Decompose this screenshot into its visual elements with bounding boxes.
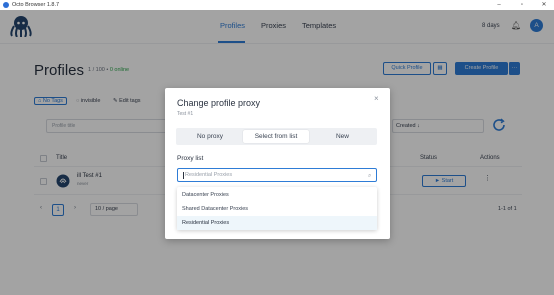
window-title: Octo Browser 1.8.7 bbox=[12, 2, 60, 8]
modal-title: Change profile proxy bbox=[177, 98, 261, 108]
search-icon: ⌕ bbox=[368, 173, 372, 179]
proxy-input-placeholder: Residential Proxies bbox=[185, 172, 233, 178]
maximize-button[interactable]: ▫ bbox=[514, 0, 530, 10]
change-proxy-modal: Change profile proxy Test #1 × No proxy … bbox=[165, 88, 390, 239]
window-titlebar: Octo Browser 1.8.7 – ▫ ✕ bbox=[0, 0, 554, 10]
text-caret bbox=[183, 172, 184, 179]
proxy-list-input[interactable]: Residential Proxies ⌕ bbox=[177, 168, 377, 182]
dropdown-option-datacenter[interactable]: Datacenter Proxies bbox=[177, 188, 377, 202]
close-icon[interactable]: × bbox=[374, 94, 379, 103]
modal-subtitle: Test #1 bbox=[177, 111, 194, 117]
proxy-mode-segmented: No proxy Select from list New bbox=[176, 128, 377, 145]
close-window-button[interactable]: ✕ bbox=[536, 0, 552, 10]
minimize-button[interactable]: – bbox=[491, 0, 507, 10]
app-icon bbox=[3, 2, 9, 8]
dropdown-option-residential[interactable]: Residential Proxies bbox=[177, 216, 377, 230]
proxy-dropdown: Datacenter Proxies Shared Datacenter Pro… bbox=[177, 187, 377, 230]
option-select-from-list[interactable]: Select from list bbox=[243, 130, 309, 143]
option-new[interactable]: New bbox=[310, 130, 375, 143]
option-no-proxy[interactable]: No proxy bbox=[178, 130, 242, 143]
proxy-list-label: Proxy list bbox=[177, 155, 204, 162]
dropdown-option-shared-datacenter[interactable]: Shared Datacenter Proxies bbox=[177, 202, 377, 216]
